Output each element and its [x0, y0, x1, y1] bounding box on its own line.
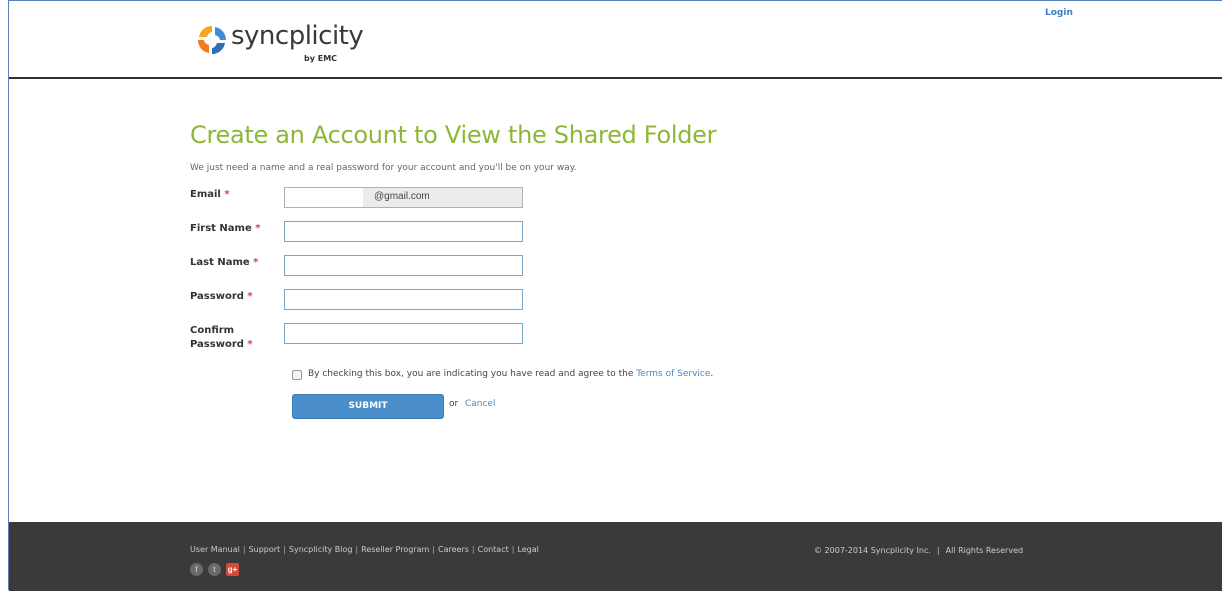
required-marker: *	[255, 223, 261, 234]
first-name-label: First Name *	[190, 223, 261, 234]
required-marker: *	[247, 339, 253, 350]
email-label: Email *	[190, 189, 230, 200]
confirm-password-label: Confirm Password *	[190, 325, 253, 350]
required-marker: *	[224, 189, 230, 200]
site-header: syncplicity by EMC Login	[9, 1, 1222, 79]
terms-text: By checking this box, you are indicating…	[308, 369, 714, 379]
footer-link-contact[interactable]: Contact	[478, 545, 509, 554]
footer-link-blog[interactable]: Syncplicity Blog	[289, 545, 353, 554]
browser-frame: syncplicity by EMC Login Create an Accou…	[8, 0, 1222, 591]
twitter-icon[interactable]: t	[208, 563, 221, 576]
brand-name: syncplicity	[231, 21, 364, 51]
login-link[interactable]: Login	[1045, 8, 1073, 18]
brand-subtitle: by EMC	[304, 54, 338, 63]
copyright: © 2007-2014 Syncplicity Inc. | All Rights …	[814, 546, 1024, 555]
last-name-field[interactable]	[284, 255, 523, 276]
terms-of-service-link[interactable]: Terms of Service	[636, 369, 710, 379]
google-plus-icon[interactable]: g+	[226, 563, 239, 576]
footer-link-support[interactable]: Support	[249, 545, 281, 554]
last-name-label: Last Name *	[190, 257, 259, 268]
email-redaction	[285, 188, 363, 207]
facebook-icon[interactable]: f	[190, 563, 203, 576]
required-marker: *	[247, 291, 253, 302]
confirm-password-field[interactable]	[284, 323, 523, 344]
site-footer: User Manual | Support | Syncplicity Blog | Res…	[9, 522, 1222, 591]
cancel-link[interactable]: Cancel	[465, 399, 496, 409]
footer-link-careers[interactable]: Careers	[438, 545, 469, 554]
footer-link-legal[interactable]: Legal	[517, 545, 538, 554]
page-subtitle: We just need a name and a real password …	[190, 163, 577, 173]
submit-button[interactable]: SUBMIT	[292, 394, 444, 419]
required-marker: *	[253, 257, 259, 268]
first-name-field[interactable]	[284, 221, 523, 242]
footer-link-user-manual[interactable]: User Manual	[190, 545, 240, 554]
terms-checkbox[interactable]	[292, 370, 302, 380]
page-title: Create an Account to View the Shared Fol…	[190, 121, 717, 149]
footer-links: User Manual | Support | Syncplicity Blog | Res…	[190, 545, 539, 554]
footer-link-reseller[interactable]: Reseller Program	[361, 545, 429, 554]
email-value: @gmail.com	[374, 191, 430, 202]
password-label: Password *	[190, 291, 253, 302]
syncplicity-logo-icon	[198, 26, 226, 54]
password-field[interactable]	[284, 289, 523, 310]
or-text: or	[449, 399, 459, 409]
